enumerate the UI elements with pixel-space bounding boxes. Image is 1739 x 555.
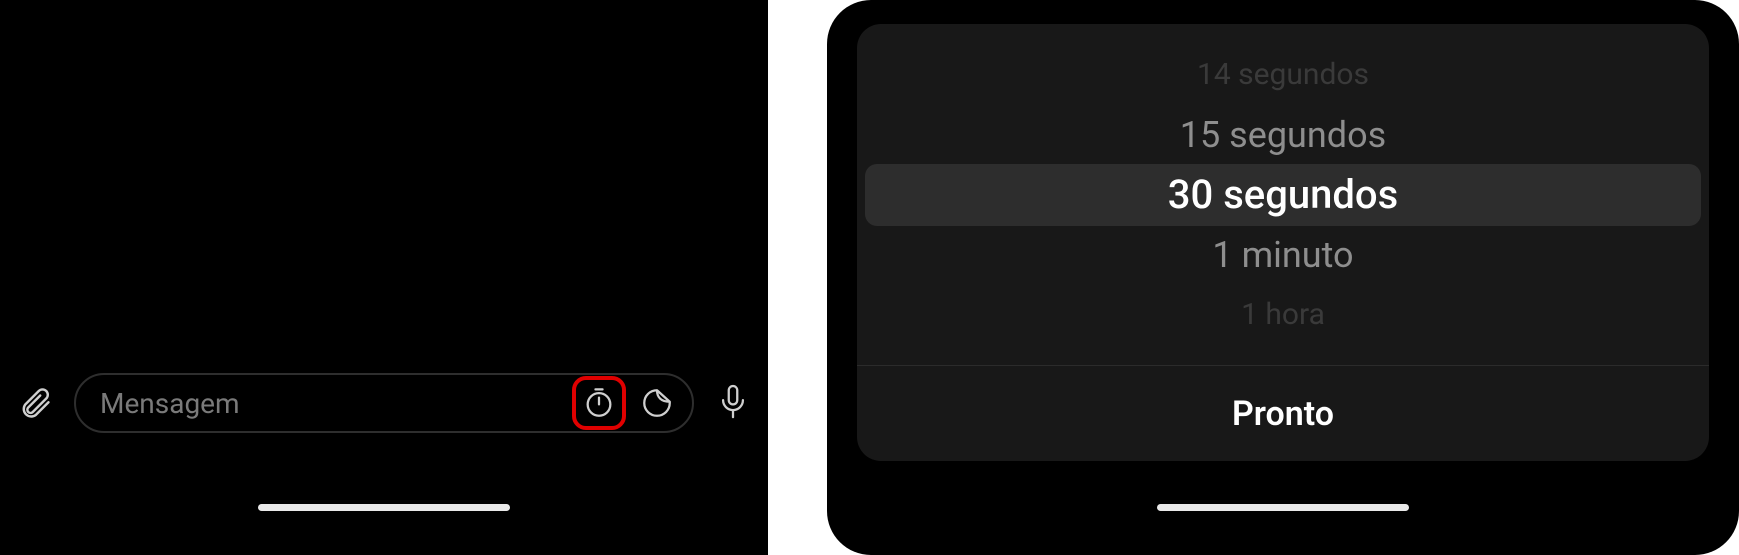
picker-option[interactable]: 14 segundos <box>857 45 1709 105</box>
chat-screen: Mensagem <box>0 0 768 555</box>
mic-icon <box>716 383 750 423</box>
message-placeholder: Mensagem <box>100 387 562 420</box>
sticker-button[interactable] <box>636 382 678 424</box>
picker-option-selected[interactable]: 30 segundos <box>857 165 1709 225</box>
screenshot-divider <box>768 0 827 555</box>
picker-option-label: 1 minuto <box>1212 234 1353 276</box>
message-input-bar: Mensagem <box>14 373 754 433</box>
picker-option[interactable]: 1 minuto <box>857 225 1709 285</box>
sticker-icon <box>640 386 674 420</box>
picker-sheet: 14 segundos 15 segundos 30 segundos 1 mi… <box>857 24 1709 461</box>
self-destruct-timer-button[interactable] <box>572 376 626 430</box>
picker-wheel[interactable]: 14 segundos 15 segundos 30 segundos 1 mi… <box>857 24 1709 365</box>
home-indicator <box>258 504 510 511</box>
voice-message-button[interactable] <box>712 382 754 424</box>
paperclip-icon <box>17 385 53 421</box>
done-button[interactable]: Pronto <box>857 365 1709 461</box>
picker-option-label: 30 segundos <box>1168 171 1398 218</box>
picker-option-label: 15 segundos <box>1180 114 1386 156</box>
done-label: Pronto <box>1232 394 1334 434</box>
home-indicator <box>1157 504 1409 511</box>
message-field[interactable]: Mensagem <box>74 373 694 433</box>
picker-option-label: 1 hora <box>1241 297 1325 332</box>
picker-option[interactable]: 1 hora <box>857 285 1709 345</box>
picker-option-label: 14 segundos <box>1197 57 1369 92</box>
picker-option[interactable]: 15 segundos <box>857 105 1709 165</box>
attach-button[interactable] <box>14 382 56 424</box>
timer-icon <box>582 386 616 420</box>
timer-picker-screen: 14 segundos 15 segundos 30 segundos 1 mi… <box>827 0 1739 555</box>
